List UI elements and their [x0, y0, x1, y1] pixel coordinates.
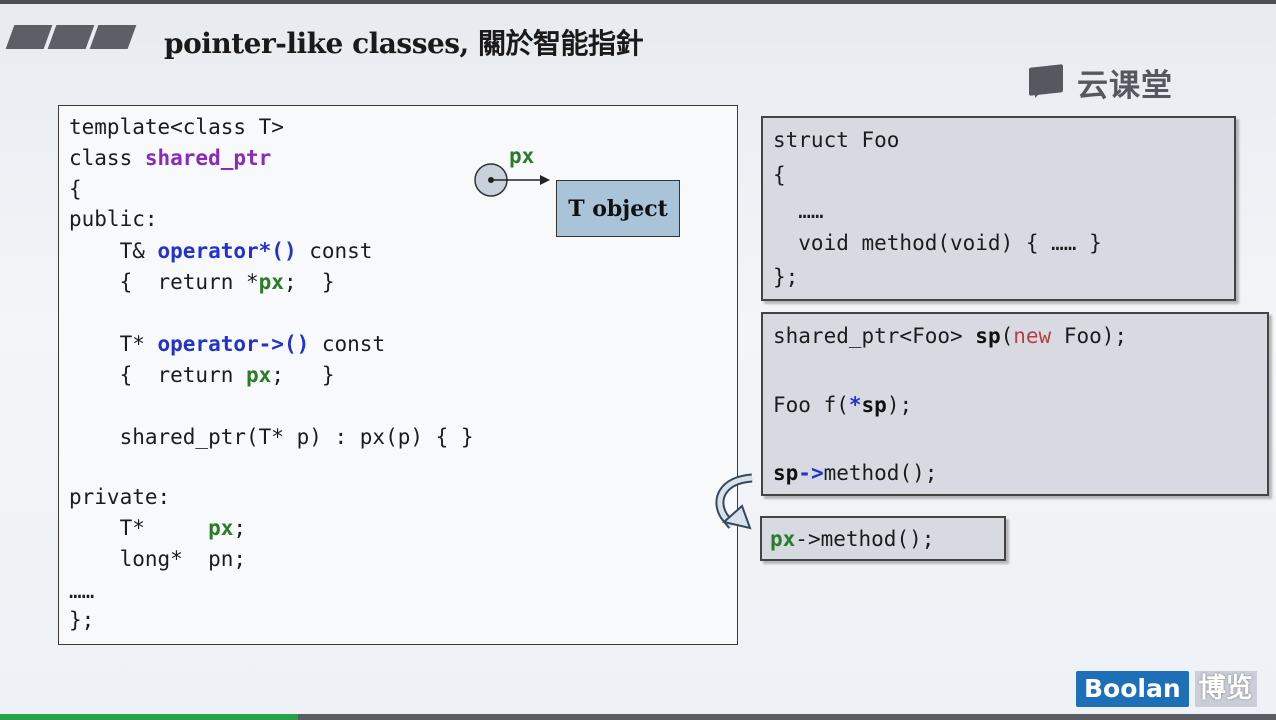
top-bar	[0, 0, 1276, 4]
code-line: { return px; }	[69, 363, 335, 387]
struct-foo-box: struct Foo { …… void method(void) { …… }…	[761, 116, 1236, 301]
title-decoration-bar	[47, 25, 95, 49]
code-line: struct Foo	[773, 128, 900, 152]
title-decoration-bar	[89, 25, 137, 49]
code-line: };	[773, 265, 799, 289]
code-line: public:	[69, 207, 158, 231]
boolan-logo: Boolan 博览	[1076, 670, 1257, 708]
code-line: {	[773, 163, 786, 187]
code-line: Foo f(*sp);	[773, 393, 913, 417]
code-line: private:	[69, 485, 171, 509]
code-line: {	[69, 177, 82, 201]
code-line: class shared_ptr	[69, 146, 272, 170]
cloud-class-icon	[1027, 64, 1067, 100]
code-line: long* pn;	[69, 547, 247, 571]
code-line: };	[69, 608, 95, 632]
arrow-right-icon	[540, 175, 550, 185]
operator-arrow: operator->()	[157, 332, 310, 356]
code-line: { return *px; }	[69, 270, 335, 294]
px-method-box: px->method();	[760, 516, 1006, 561]
t-object-box: T object	[556, 180, 680, 237]
code-line: template<class T>	[69, 115, 284, 139]
code-line: void method(void) { …… }	[773, 231, 1102, 255]
code-line: T* operator->() const	[69, 332, 386, 356]
operator-deref: operator*()	[157, 239, 297, 263]
code-line: ……	[69, 579, 95, 603]
brand-text: 云课堂	[1077, 67, 1173, 104]
curved-arrow-icon	[715, 473, 753, 530]
boolan-logo-cn: 博览	[1194, 671, 1257, 707]
brand-logo: 云课堂	[1027, 62, 1173, 104]
class-name: shared_ptr	[144, 146, 272, 170]
code-line: ……	[773, 199, 824, 223]
code-line: shared_ptr(T* p) : px(p) { }	[69, 425, 474, 449]
px-label: px	[509, 144, 535, 168]
video-progress-fill	[0, 714, 298, 720]
code-line: px->method();	[770, 527, 935, 551]
title-decoration-bar	[5, 25, 53, 49]
boolan-logo-text: Boolan	[1076, 671, 1189, 707]
code-line: T& operator*() const	[69, 239, 373, 263]
usage-code-box: shared_ptr<Foo> sp(new Foo); Foo f(*sp);…	[761, 312, 1269, 496]
code-line: sp->method();	[773, 461, 938, 485]
code-line: T* px;	[69, 516, 247, 540]
video-progress-bar[interactable]	[0, 714, 1276, 720]
code-line: shared_ptr<Foo> sp(new Foo);	[773, 324, 1128, 348]
slide-title: pointer-like classes, 關於智能指針	[164, 27, 644, 60]
